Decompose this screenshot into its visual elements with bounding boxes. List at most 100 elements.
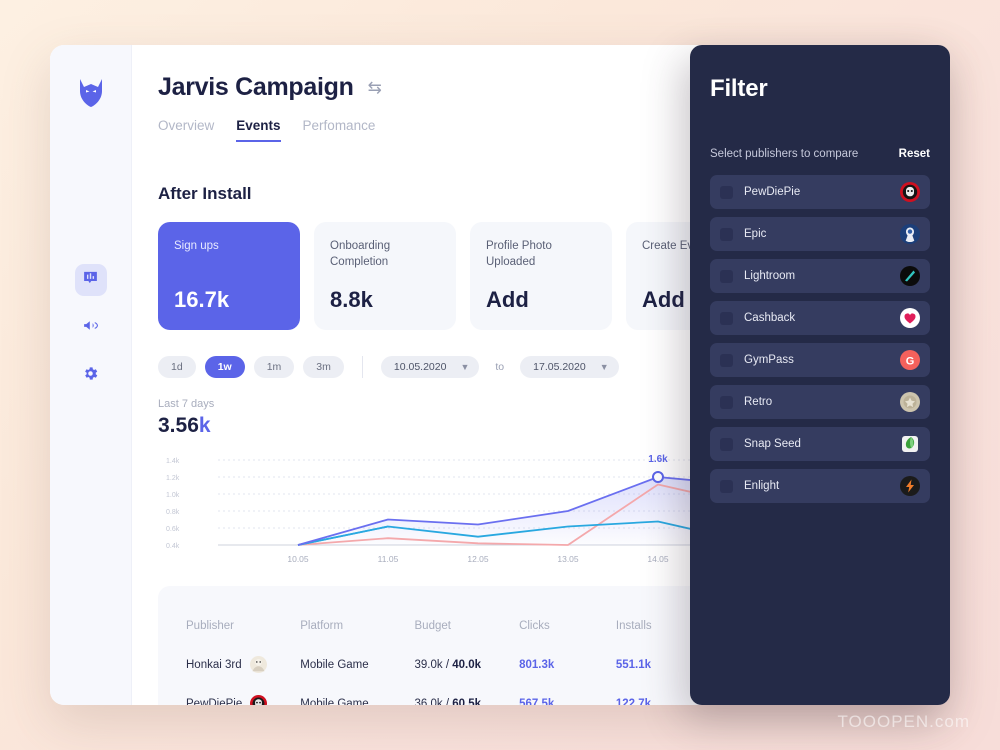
tab-overview[interactable]: Overview [158,118,214,142]
date-from-select[interactable]: 10.05.2020 ▼ [380,356,480,378]
megaphone-icon [82,317,99,339]
y-tick-label: 0.8k [166,509,180,516]
column-header-publisher: Publisher [186,619,234,632]
range-chip-1d[interactable]: 1d [158,356,196,378]
date-from-value: 10.05.2020 [393,361,447,373]
sidebar-item-campaigns[interactable] [75,312,107,344]
pewdiepie-avatar-icon [250,695,268,705]
checkbox[interactable] [720,353,733,367]
publisher-filter-epic[interactable]: Epic [710,217,930,251]
x-tick-label: 10.05 [287,554,309,564]
pewdiepie-avatar-icon [900,182,920,202]
cell-clicks: 567.5k [519,697,555,706]
reset-button[interactable]: Reset [899,148,930,160]
x-tick-label: 13.05 [557,554,579,564]
range-chip-1m[interactable]: 1m [253,356,295,378]
checkbox[interactable] [720,227,733,241]
chart-point-marker[interactable] [652,471,664,483]
publisher-filter-list: PewDiePie Epic Lightroom Cashback GymPas… [710,175,930,503]
sidebar-item-analytics[interactable] [74,264,107,296]
checkbox[interactable] [720,311,733,325]
publisher-label: Cashback [744,312,796,324]
cashback-avatar-icon [900,308,920,328]
publisher-label: Lightroom [744,270,796,282]
checkbox[interactable] [720,437,733,451]
budget-spent: 36.0k [414,697,443,706]
date-to-select[interactable]: 17.05.2020 ▼ [520,356,619,378]
publisher-filter-enlight[interactable]: Enlight [710,469,930,503]
publisher-label: PewDiePie [744,186,801,198]
table-row[interactable]: PewDiePie Mobile Game 36.0k / 60.5k 567.… [186,684,703,705]
honkai-avatar-icon [249,656,267,673]
publisher-filter-retro[interactable]: Retro [710,385,930,419]
svg-text:G: G [906,356,915,368]
cell-budget: 39.0k / 40.0k [415,659,520,671]
publishers-table: Publisher Platform Budget Clicks Install… [158,586,703,705]
tab-events[interactable]: Events [236,118,281,142]
cell-clicks: 801.3k [519,658,555,671]
gympass-avatar-icon: G [900,350,920,370]
publisher-filter-gympass[interactable]: GymPass G [710,343,930,377]
checkbox[interactable] [720,395,733,409]
metric-card-label: Sign ups [174,240,219,252]
metric-card-profile-photo-uploaded[interactable]: Profile Photo Uploaded Add [470,222,612,330]
retro-avatar-icon [900,392,920,412]
y-tick-label: 1.2k [166,475,180,482]
metric-card-onboarding-completion[interactable]: Onboarding Completion 8.8k [314,222,456,330]
checkbox[interactable] [720,269,733,283]
cell-publisher: Honkai 3rd [186,656,300,673]
y-tick-label: 0.6k [166,526,180,533]
controls-divider [361,356,363,378]
swap-arrows-icon[interactable]: ⇆ [368,79,382,96]
cell-platform: Mobile Game [300,658,369,671]
chevron-down-icon: ▼ [599,362,609,372]
publisher-name: Honkai 3rd [186,658,242,671]
publisher-filter-pewdiepie[interactable]: PewDiePie [710,175,930,209]
enlight-avatar-icon [900,476,920,496]
sidebar-nav [74,264,107,392]
metric-card-label: Onboarding Completion [330,240,391,268]
gear-icon [82,365,99,387]
analytics-icon [82,269,99,291]
checkbox[interactable] [720,185,733,199]
tab-perfomance[interactable]: Perfomance [303,118,376,142]
budget-total: 60.5k [452,697,482,706]
publisher-filter-cashback[interactable]: Cashback [710,301,930,335]
chevron-down-icon: ▼ [460,362,470,372]
publisher-label: Epic [744,228,767,240]
summary-number: 3.56 [158,414,199,437]
publisher-filter-lightroom[interactable]: Lightroom [710,259,930,293]
table-header-row: Publisher Platform Budget Clicks Install… [186,606,703,645]
filter-subtitle: Select publishers to compare [710,148,859,160]
publisher-label: GymPass [744,354,794,366]
cell-budget: 36.0k / 60.5k [415,698,520,706]
metric-card-label: Profile Photo Uploaded [486,240,552,268]
y-tick-label: 0.4k [166,543,180,550]
filter-subtitle-row: Select publishers to compare Reset [710,148,930,160]
range-chip-1w[interactable]: 1w [204,356,245,378]
metric-card-value: 16.7k [174,287,230,312]
sidebar-item-settings[interactable] [75,360,107,392]
snapseed-avatar-icon [900,434,920,454]
range-chip-3m[interactable]: 3m [303,356,344,378]
summary-unit: k [198,414,211,437]
date-to-value: 17.05.2020 [533,361,586,373]
metric-card-value: Add [486,287,529,312]
publisher-filter-snap-seed[interactable]: Snap Seed [710,427,930,461]
date-to-label: to [495,361,505,373]
column-header-clicks: Clicks [519,619,550,632]
table-row[interactable]: Honkai 3rd Mobile Game 39.0k / 40.0k 801… [186,645,703,684]
events-line-chart[interactable]: 1.4k 1.2k 1.0k 0.8k 0.6k 0.4k 1.6k 10.05… [158,450,703,568]
page-title: Jarvis Campaign [158,73,354,101]
metric-card-signups[interactable]: Sign ups 16.7k [158,222,300,330]
x-tick-label: 11.05 [378,554,399,564]
filter-panel: Filter Select publishers to compare Rese… [690,45,950,705]
column-header-platform: Platform [300,619,344,632]
wolf-logo-icon[interactable] [74,75,108,109]
checkbox[interactable] [720,479,733,493]
chart-tooltip-value: 1.6k [648,454,668,465]
publisher-label: Enlight [744,480,780,492]
filter-panel-title: Filter [710,75,768,102]
chart-x-axis: 10.05 11.05 12.05 13.05 14.05 [287,554,669,564]
column-header-budget: Budget [414,619,451,632]
